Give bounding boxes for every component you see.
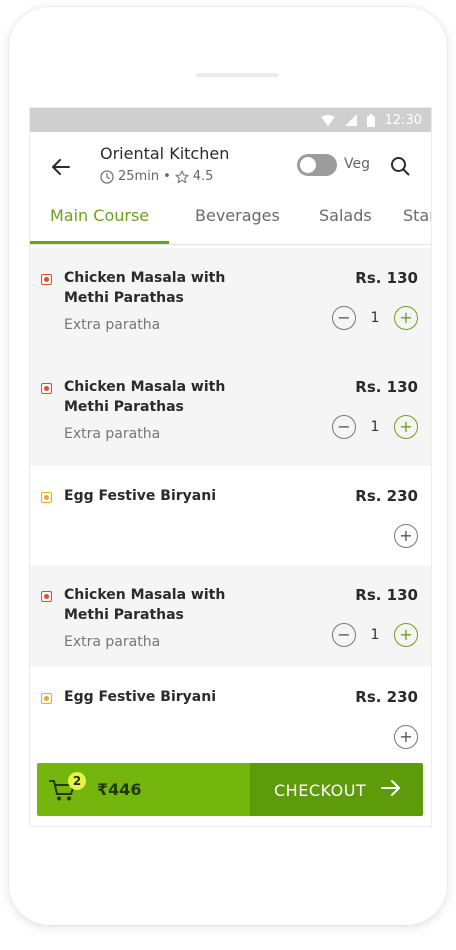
item-name: Chicken Masala with Methi Parathas (64, 587, 226, 623)
cart-count-badge: 2 (68, 772, 86, 790)
battery-icon (366, 113, 375, 127)
nonveg-indicator-icon (41, 274, 52, 285)
restaurant-meta: 25min • 4.5 (100, 169, 213, 184)
add-button[interactable]: + (394, 524, 418, 548)
menu-item: Chicken Masala with Methi Parathas Extra… (30, 248, 431, 357)
menu-list: Chicken Masala with Methi Parathas Extra… (30, 248, 431, 767)
cart-summary-button[interactable]: 2 ₹446 (37, 763, 250, 816)
decrement-button[interactable]: − (332, 415, 356, 439)
checkout-label: CHECKOUT (274, 781, 367, 800)
item-price: Rs. 130 (355, 378, 418, 396)
quantity-stepper: − 1 + (332, 306, 418, 330)
item-customization: Extra paratha (64, 426, 161, 442)
star-icon (175, 169, 189, 183)
search-button[interactable] (388, 154, 412, 178)
tab-beverages[interactable]: Beverages (195, 206, 280, 225)
add-control: + (394, 725, 418, 749)
tab-starters[interactable]: Starters (403, 206, 431, 225)
cart-bar: 2 ₹446 CHECKOUT (37, 763, 423, 816)
item-quantity: 1 (370, 627, 380, 643)
menu-item: Egg Festive Biryani Rs. 230 + (30, 466, 431, 565)
delivery-time: 25min (118, 169, 160, 184)
nonveg-indicator-icon (41, 383, 52, 394)
arrow-left-icon (52, 159, 70, 175)
status-time: 12:30 (384, 112, 422, 128)
item-quantity: 1 (370, 419, 380, 435)
tab-main-course[interactable]: Main Course (50, 206, 149, 225)
increment-button[interactable]: + (394, 306, 418, 330)
decrement-button[interactable]: − (332, 623, 356, 647)
tab-salads[interactable]: Salads (319, 206, 372, 225)
meta-separator: • (163, 169, 171, 184)
search-icon (391, 157, 410, 176)
item-name: Egg Festive Biryani (64, 689, 217, 705)
wifi-icon (320, 114, 335, 126)
menu-item: Chicken Masala with Methi Parathas Extra… (30, 357, 431, 466)
item-customization: Extra paratha (64, 634, 161, 650)
category-tabs: Main Course Beverages Salads Starters (30, 202, 431, 245)
checkout-button[interactable]: CHECKOUT (250, 763, 423, 816)
rating-value: 4.5 (192, 169, 214, 184)
restaurant-title: Oriental Kitchen (100, 144, 230, 163)
menu-item: Egg Festive Biryani Rs. 230 + (30, 667, 431, 767)
add-control: + (394, 524, 418, 548)
item-price: Rs. 230 (355, 487, 418, 505)
egg-indicator-icon (41, 693, 52, 704)
quantity-stepper: − 1 + (332, 415, 418, 439)
veg-label: Veg (344, 156, 370, 172)
clock-icon (100, 169, 114, 184)
active-tab-indicator (30, 241, 169, 244)
item-name: Chicken Masala with Methi Parathas (64, 379, 226, 415)
egg-indicator-icon (41, 492, 52, 503)
item-customization: Extra paratha (64, 317, 161, 333)
signal-icon (344, 114, 357, 126)
decrement-button[interactable]: − (332, 306, 356, 330)
increment-button[interactable]: + (394, 415, 418, 439)
arrow-right-icon (381, 780, 400, 796)
back-button[interactable] (50, 156, 72, 178)
restaurant-header: Oriental Kitchen 25min • 4.5 Veg (30, 132, 431, 202)
increment-button[interactable]: + (394, 623, 418, 647)
item-name: Egg Festive Biryani (64, 488, 217, 504)
nonveg-indicator-icon (41, 591, 52, 602)
item-name: Chicken Masala with Methi Parathas (64, 270, 226, 306)
add-button[interactable]: + (394, 725, 418, 749)
toggle-knob (300, 157, 316, 173)
menu-item: Chicken Masala with Methi Parathas Extra… (30, 565, 431, 667)
veg-toggle[interactable] (297, 154, 337, 176)
phone-speaker (196, 73, 278, 77)
item-price: Rs. 130 (355, 586, 418, 604)
item-price: Rs. 130 (355, 269, 418, 287)
item-price: Rs. 230 (355, 688, 418, 706)
status-bar: 12:30 (30, 108, 431, 132)
app-screen: 12:30 Oriental Kitchen 25min • 4.5 Veg M… (30, 108, 431, 826)
cart-total: ₹446 (97, 780, 142, 799)
quantity-stepper: − 1 + (332, 623, 418, 647)
item-quantity: 1 (370, 310, 380, 326)
